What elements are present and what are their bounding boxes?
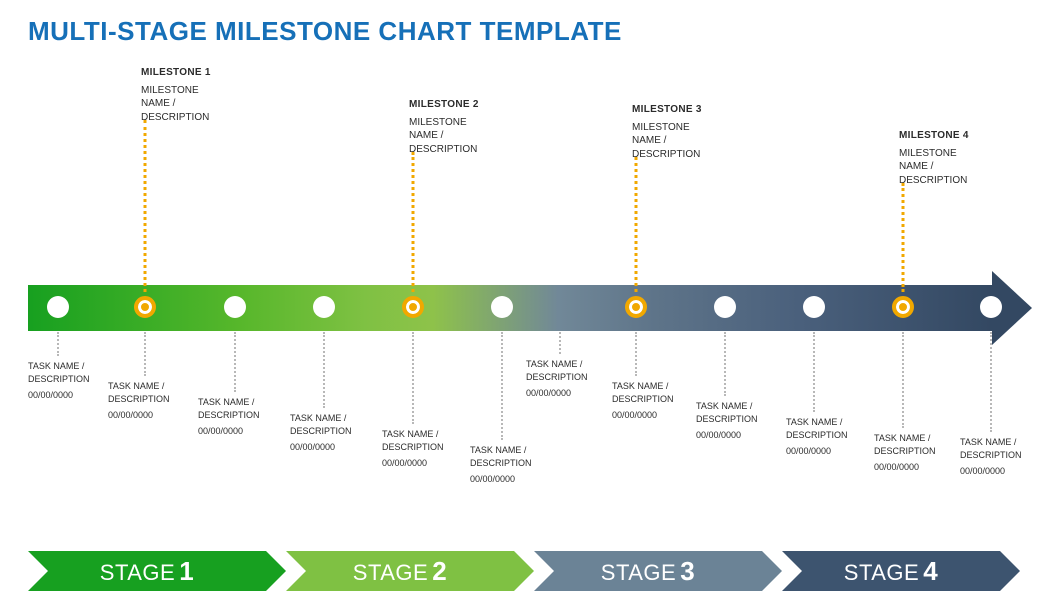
task-label: TASK NAME / DESCRIPTION 00/00/0000 — [960, 436, 1040, 478]
task-date: 00/00/0000 — [526, 387, 606, 400]
stage-number: 1 — [179, 556, 194, 587]
task-label: TASK NAME / DESCRIPTION 00/00/0000 — [696, 400, 776, 442]
timeline — [28, 285, 1032, 331]
milestone-heading: MILESTONE 1 — [141, 66, 241, 80]
task-label: TASK NAME / DESCRIPTION 00/00/0000 — [470, 444, 550, 486]
task-date: 00/00/0000 — [470, 473, 550, 486]
milestone-node — [402, 296, 424, 318]
task-connector — [559, 332, 561, 354]
task-connector — [323, 332, 325, 408]
task-name: TASK NAME / DESCRIPTION — [470, 444, 550, 469]
task-label: TASK NAME / DESCRIPTION 00/00/0000 — [28, 360, 108, 402]
stage-chevron: STAGE1 — [28, 551, 286, 591]
stages-row: STAGE1STAGE2STAGE3STAGE4 — [28, 551, 1020, 591]
task-label: TASK NAME / DESCRIPTION 00/00/0000 — [108, 380, 188, 422]
milestone-heading: MILESTONE 4 — [899, 129, 999, 143]
milestone-description: MILESTONE NAME / DESCRIPTION — [899, 147, 999, 188]
task-name: TASK NAME / DESCRIPTION — [786, 416, 866, 441]
milestone-connector — [144, 120, 147, 292]
task-node — [313, 296, 335, 318]
milestone-description: MILESTONE NAME / DESCRIPTION — [141, 84, 241, 125]
task-node — [980, 296, 1002, 318]
task-date: 00/00/0000 — [786, 445, 866, 458]
stage-number: 4 — [923, 556, 938, 587]
stage-chevron: STAGE3 — [534, 551, 782, 591]
milestone-connector — [635, 157, 638, 292]
milestone-node — [625, 296, 647, 318]
task-name: TASK NAME / DESCRIPTION — [874, 432, 954, 457]
task-label: TASK NAME / DESCRIPTION 00/00/0000 — [526, 358, 606, 400]
task-name: TASK NAME / DESCRIPTION — [526, 358, 606, 383]
task-label: TASK NAME / DESCRIPTION 00/00/0000 — [612, 380, 692, 422]
task-date: 00/00/0000 — [612, 409, 692, 422]
task-connector — [144, 332, 146, 376]
milestone-label: MILESTONE 2 MILESTONE NAME / DESCRIPTION — [409, 98, 509, 156]
task-name: TASK NAME / DESCRIPTION — [960, 436, 1040, 461]
task-connector — [724, 332, 726, 396]
stage-number: 2 — [432, 556, 447, 587]
task-node — [714, 296, 736, 318]
task-date: 00/00/0000 — [290, 441, 370, 454]
task-label: TASK NAME / DESCRIPTION 00/00/0000 — [290, 412, 370, 454]
task-connector — [813, 332, 815, 412]
task-name: TASK NAME / DESCRIPTION — [696, 400, 776, 425]
task-name: TASK NAME / DESCRIPTION — [108, 380, 188, 405]
task-label: TASK NAME / DESCRIPTION 00/00/0000 — [382, 428, 462, 470]
task-name: TASK NAME / DESCRIPTION — [290, 412, 370, 437]
task-connector — [990, 332, 992, 432]
task-date: 00/00/0000 — [28, 389, 108, 402]
task-date: 00/00/0000 — [960, 465, 1040, 478]
stage-label: STAGE — [100, 560, 175, 586]
task-date: 00/00/0000 — [874, 461, 954, 474]
stage-label: STAGE — [601, 560, 676, 586]
task-node — [491, 296, 513, 318]
task-node — [47, 296, 69, 318]
task-name: TASK NAME / DESCRIPTION — [382, 428, 462, 453]
task-name: TASK NAME / DESCRIPTION — [28, 360, 108, 385]
milestone-label: MILESTONE 1 MILESTONE NAME / DESCRIPTION — [141, 66, 241, 124]
task-node — [803, 296, 825, 318]
task-label: TASK NAME / DESCRIPTION 00/00/0000 — [874, 432, 954, 474]
task-connector — [57, 332, 59, 356]
task-date: 00/00/0000 — [696, 429, 776, 442]
milestone-label: MILESTONE 4 MILESTONE NAME / DESCRIPTION — [899, 129, 999, 187]
task-connector — [902, 332, 904, 428]
stage-chevron: STAGE4 — [782, 551, 1020, 591]
task-name: TASK NAME / DESCRIPTION — [198, 396, 278, 421]
milestone-node — [892, 296, 914, 318]
task-node — [224, 296, 246, 318]
stage-chevron: STAGE2 — [286, 551, 534, 591]
page-title: MULTI-STAGE MILESTONE CHART TEMPLATE — [28, 16, 622, 47]
stage-label: STAGE — [353, 560, 428, 586]
stage-number: 3 — [680, 556, 695, 587]
task-date: 00/00/0000 — [198, 425, 278, 438]
task-date: 00/00/0000 — [382, 457, 462, 470]
milestone-connector — [902, 183, 905, 292]
milestone-heading: MILESTONE 2 — [409, 98, 509, 112]
task-connector — [412, 332, 414, 424]
task-label: TASK NAME / DESCRIPTION 00/00/0000 — [786, 416, 866, 458]
stage-label: STAGE — [844, 560, 919, 586]
task-name: TASK NAME / DESCRIPTION — [612, 380, 692, 405]
milestone-node — [134, 296, 156, 318]
task-connector — [234, 332, 236, 392]
task-date: 00/00/0000 — [108, 409, 188, 422]
milestone-description: MILESTONE NAME / DESCRIPTION — [632, 121, 732, 162]
milestone-heading: MILESTONE 3 — [632, 103, 732, 117]
task-label: TASK NAME / DESCRIPTION 00/00/0000 — [198, 396, 278, 438]
milestone-description: MILESTONE NAME / DESCRIPTION — [409, 116, 509, 157]
milestone-connector — [412, 152, 415, 292]
task-connector — [635, 332, 637, 376]
milestone-label: MILESTONE 3 MILESTONE NAME / DESCRIPTION — [632, 103, 732, 161]
task-connector — [501, 332, 503, 440]
